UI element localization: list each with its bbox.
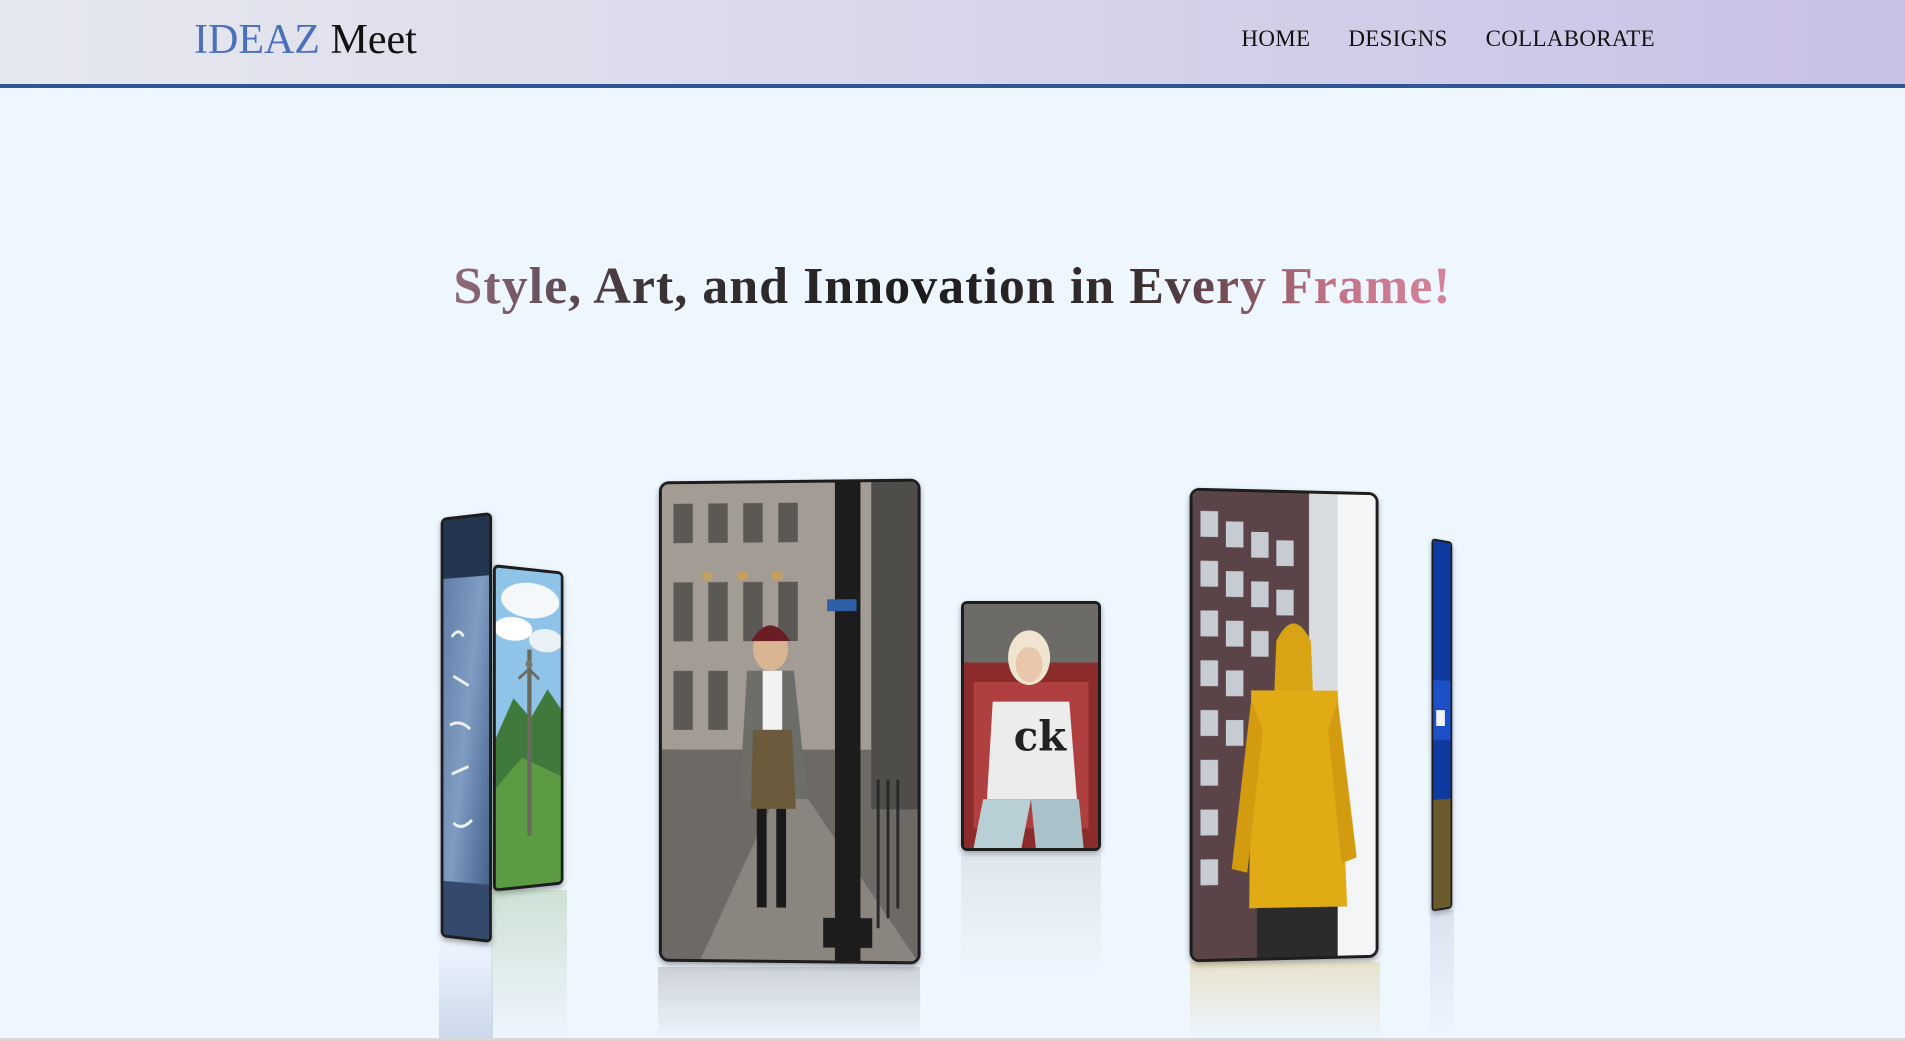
carousel-card-mountain[interactable] — [493, 564, 564, 892]
carousel-card-street[interactable] — [659, 479, 921, 965]
reflection-street — [658, 967, 920, 1041]
reflection-mountain — [491, 890, 567, 1040]
blue-building-photo — [1433, 540, 1450, 909]
nav-collaborate-link[interactable]: COLLABORATE — [1486, 24, 1655, 54]
yellow-hoodie-photo — [1193, 491, 1376, 960]
blonde-woman-photo: ck — [964, 604, 1098, 848]
mountain-statue-photo — [496, 567, 561, 888]
logo-suffix: Meet — [330, 17, 416, 63]
site-logo[interactable]: IDEAZ Meet — [194, 15, 417, 65]
carousel-card-denim[interactable] — [441, 512, 492, 943]
carousel-card-hoodie[interactable] — [1190, 488, 1379, 963]
hero-headline: Style, Art, and Innovation in Every Fram… — [0, 255, 1905, 319]
street-woman-photo — [662, 482, 918, 962]
denim-jacket-photo — [443, 515, 489, 939]
reflection-denim — [439, 940, 493, 1041]
photo-carousel[interactable]: ck — [0, 470, 1905, 1041]
nav-designs-link[interactable]: DESIGNS — [1348, 24, 1447, 54]
main-nav: HOME DESIGNS COLLABORATE — [1241, 24, 1655, 54]
svg-text:ck: ck — [1014, 712, 1067, 760]
carousel-card-blonde[interactable]: ck — [961, 601, 1101, 851]
reflection-blonde — [961, 854, 1101, 974]
nav-home-link[interactable]: HOME — [1241, 24, 1310, 54]
logo-brand: IDEAZ — [194, 17, 320, 63]
reflection-hoodie — [1190, 962, 1380, 1041]
reflection-building — [1430, 910, 1454, 1040]
top-navbar: IDEAZ Meet HOME DESIGNS COLLABORATE — [0, 0, 1905, 88]
carousel-card-building[interactable] — [1432, 538, 1453, 912]
